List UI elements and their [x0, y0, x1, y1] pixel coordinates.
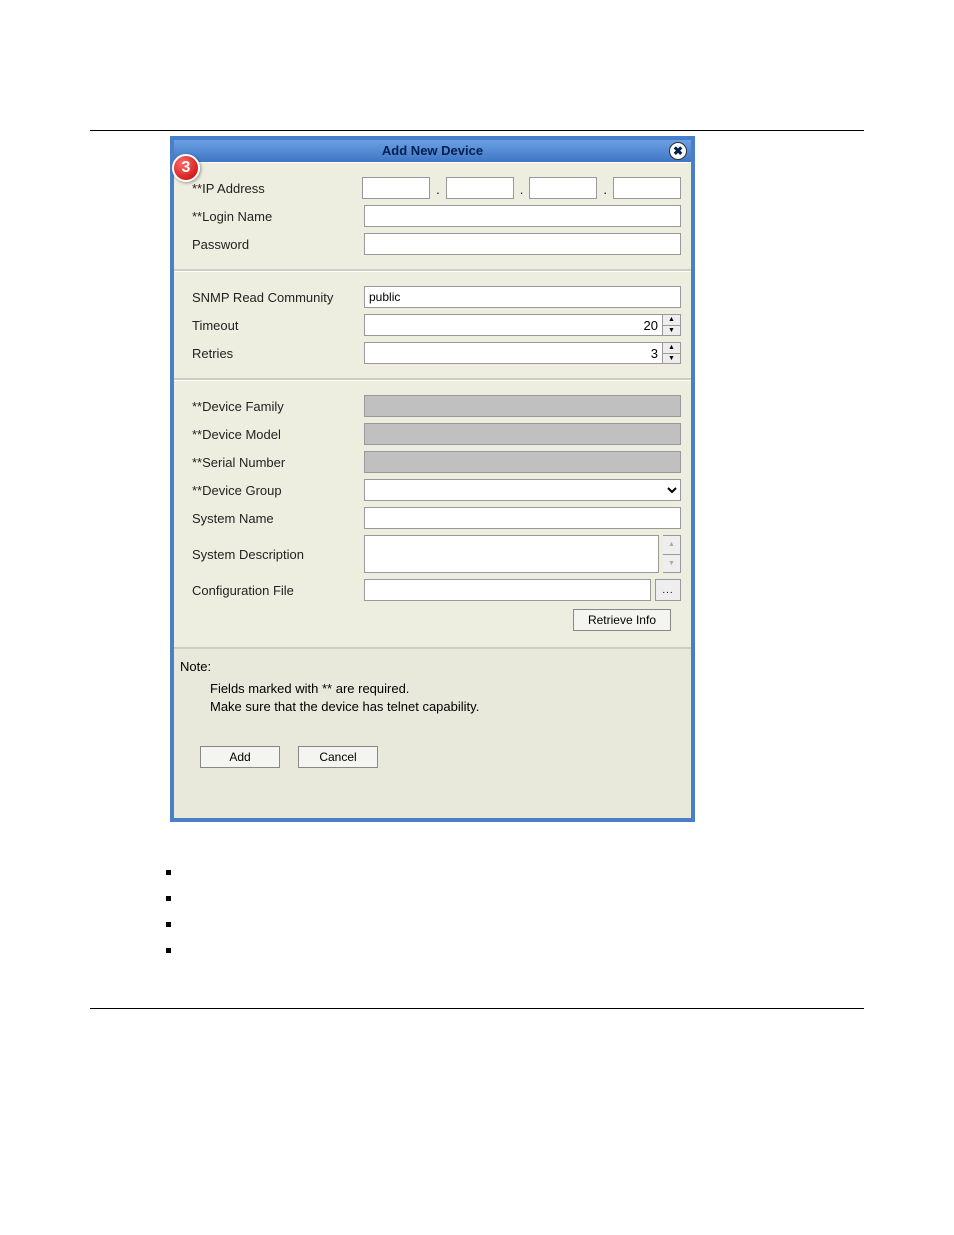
ip-octet-2[interactable]	[446, 177, 514, 199]
timeout-label: Timeout	[184, 318, 364, 333]
note-line-1: Fields marked with ** are required.	[210, 680, 685, 698]
device-model-input	[364, 423, 681, 445]
note-title: Note:	[180, 659, 685, 674]
section-snmp: SNMP Read Community Timeout ▲ ▼	[174, 271, 691, 380]
bullet-item	[160, 940, 954, 966]
browse-button[interactable]: ...	[655, 579, 681, 601]
password-label: Password	[184, 237, 364, 252]
step-badge: 3	[172, 154, 200, 182]
ip-octet-1[interactable]	[362, 177, 430, 199]
note-line-2: Make sure that the device has telnet cap…	[210, 698, 685, 716]
device-family-label: **Device Family	[184, 399, 364, 414]
system-desc-label: System Description	[184, 547, 364, 562]
device-group-select[interactable]	[364, 479, 681, 501]
retrieve-info-button[interactable]: Retrieve Info	[573, 609, 671, 631]
system-desc-textarea[interactable]	[364, 535, 659, 573]
ip-octet-3[interactable]	[529, 177, 597, 199]
system-name-label: System Name	[184, 511, 364, 526]
retries-spin-up[interactable]: ▲	[663, 343, 680, 354]
desc-scroll-down[interactable]: ▼	[663, 555, 680, 573]
config-file-input[interactable]	[364, 579, 651, 601]
close-icon: ✖	[673, 140, 683, 162]
timeout-spin-up[interactable]: ▲	[663, 315, 680, 326]
desc-scroll-up[interactable]: ▲	[663, 536, 680, 555]
login-name-input[interactable]	[364, 205, 681, 227]
note-section: Note: Fields marked with ** are required…	[174, 649, 691, 818]
add-device-dialog: Add New Device ✖ **IP Address . . .	[170, 136, 695, 822]
timeout-input[interactable]	[364, 314, 663, 336]
dialog-title: Add New Device	[382, 143, 483, 158]
close-button[interactable]: ✖	[669, 142, 687, 160]
ip-octet-4[interactable]	[613, 177, 681, 199]
snmp-input[interactable]	[364, 286, 681, 308]
section-connection: **IP Address . . . **Login Name	[174, 162, 691, 271]
serial-number-input	[364, 451, 681, 473]
timeout-spin-down[interactable]: ▼	[663, 326, 680, 336]
section-device: **Device Family **Device Model **Serial …	[174, 380, 691, 649]
bullet-list	[160, 862, 954, 966]
ip-dot: .	[518, 182, 526, 199]
retries-input[interactable]	[364, 342, 663, 364]
bottom-rule	[90, 1008, 864, 1009]
login-name-label: **Login Name	[184, 209, 364, 224]
ip-address-label: **IP Address	[184, 181, 362, 196]
ip-dot: .	[434, 182, 442, 199]
device-family-input	[364, 395, 681, 417]
dialog-titlebar: Add New Device ✖	[174, 140, 691, 162]
top-rule	[90, 130, 864, 131]
ip-dot: .	[601, 182, 609, 199]
system-name-input[interactable]	[364, 507, 681, 529]
cancel-button[interactable]: Cancel	[298, 746, 378, 768]
bullet-item	[160, 888, 954, 914]
password-input[interactable]	[364, 233, 681, 255]
bullet-item	[160, 914, 954, 940]
retries-label: Retries	[184, 346, 364, 361]
config-file-label: Configuration File	[184, 583, 364, 598]
add-button[interactable]: Add	[200, 746, 280, 768]
serial-number-label: **Serial Number	[184, 455, 364, 470]
snmp-label: SNMP Read Community	[184, 290, 364, 305]
bullet-item	[160, 862, 954, 888]
device-group-label: **Device Group	[184, 483, 364, 498]
device-model-label: **Device Model	[184, 427, 364, 442]
retries-spin-down[interactable]: ▼	[663, 354, 680, 364]
